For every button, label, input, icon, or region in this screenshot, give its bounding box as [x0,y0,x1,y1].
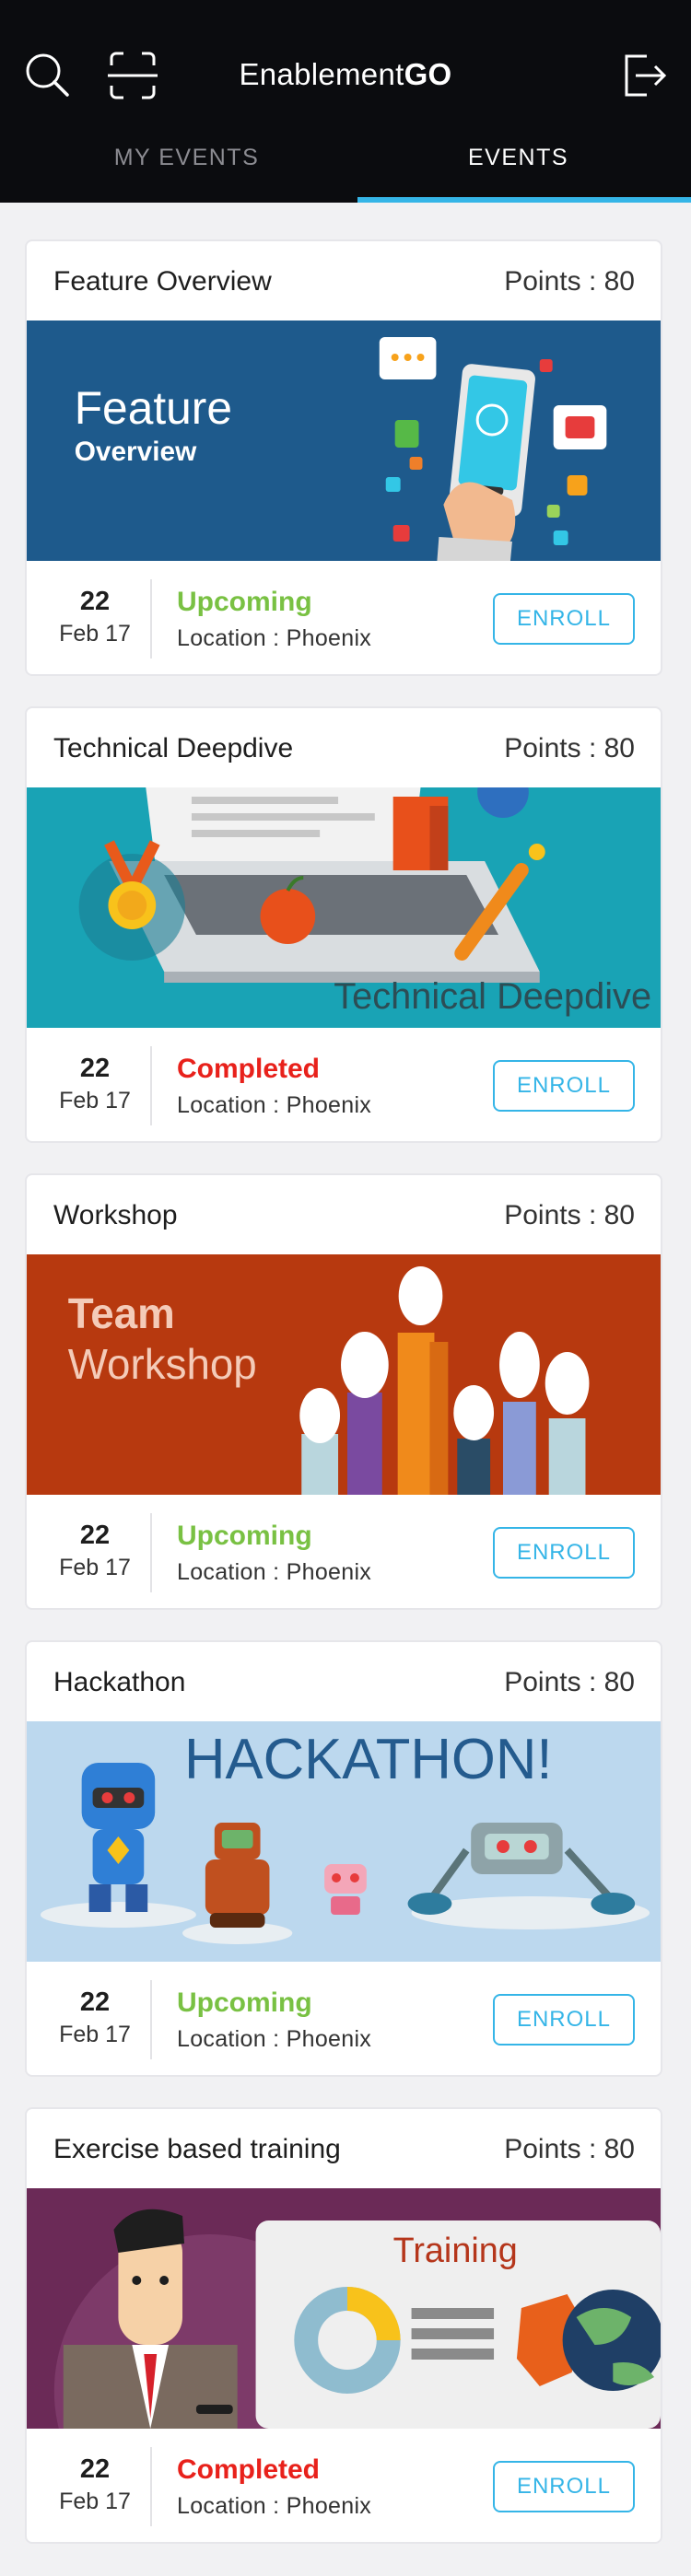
event-month: Feb 17 [59,1088,131,1113]
event-date: 22 Feb 17 [43,1987,146,2048]
event-status: Completed [177,2454,321,2485]
banner-text: HACKATHON! [184,1728,553,1791]
event-status: Upcoming [177,1987,312,2018]
event-day: 22 [79,2454,111,2484]
logout-icon[interactable] [619,51,669,100]
event-location: Location : Phoenix [177,2026,372,2052]
banner-text: Workshop [68,1340,257,1388]
event-points: Points : 80 [504,733,635,763]
event-points: Points : 80 [504,1200,635,1230]
event-day: 22 [79,587,111,616]
event-date: 22 Feb 17 [43,1521,146,1581]
event-banner-image: HACKATHON! [27,1721,661,1962]
banner-text: Feature [75,382,232,434]
event-day: 22 [79,1987,111,2017]
event-day: 22 [79,1054,111,1083]
active-tab-indicator [357,197,691,203]
divider [150,1980,152,2059]
app-title: EnablementGO [239,57,452,91]
event-banner-image: Technical Deepdive [27,787,661,1028]
divider [150,579,152,659]
event-banner-image: Team Workshop [27,1254,661,1495]
event-month: Feb 17 [59,2489,131,2514]
event-date: 22 Feb 17 [43,1054,146,1114]
event-location: Location : Phoenix [177,1092,372,1118]
event-title: Workshop [53,1200,178,1230]
tab-bar: MY EVENTS EVENTS [0,138,691,203]
enroll-button[interactable]: ENROLL [493,1994,635,2046]
event-status: Completed [177,1054,321,1084]
event-month: Feb 17 [59,1555,131,1580]
divider [150,2447,152,2526]
event-points: Points : 80 [504,2134,635,2164]
event-date: 22 Feb 17 [43,2454,146,2515]
app-header: EnablementGO MY EVENTS EVENTS [0,0,691,203]
banner-text: Training [393,2232,518,2270]
banner-text: Technical Deepdive [334,976,651,1017]
banner-text: Overview [75,437,197,467]
banner-text: Team [68,1289,175,1337]
enroll-button[interactable]: ENROLL [493,1060,635,1112]
event-status: Upcoming [177,1521,312,1551]
tab-my-events[interactable]: MY EVENTS [14,138,359,203]
event-title: Exercise based training [53,2134,341,2164]
event-card-technical-deepdive[interactable]: Technical Deepdive Points : 80 Technical… [25,706,662,1143]
event-points: Points : 80 [504,1667,635,1697]
event-month: Feb 17 [59,621,131,647]
divider [150,1046,152,1125]
event-date: 22 Feb 17 [43,587,146,647]
divider [150,1513,152,1592]
event-status: Upcoming [177,587,312,617]
event-points: Points : 80 [504,266,635,297]
event-day: 22 [79,1521,111,1550]
enroll-button[interactable]: ENROLL [493,593,635,645]
event-banner-image: Training [27,2188,661,2429]
event-card-feature-overview[interactable]: Feature Overview Points : 80 Feature Ove… [25,239,662,676]
event-location: Location : Phoenix [177,625,372,651]
event-location: Location : Phoenix [177,1559,372,1585]
enroll-button[interactable]: ENROLL [493,1527,635,1579]
event-card-exercise-training[interactable]: Exercise based training Points : 80 Trai… [25,2107,662,2544]
event-location: Location : Phoenix [177,2493,372,2519]
event-month: Feb 17 [59,2022,131,2047]
event-card-hackathon[interactable]: Hackathon Points : 80 HACKATHON! 22 Feb … [25,1640,662,2077]
event-title: Feature Overview [53,266,272,297]
event-card-workshop[interactable]: Workshop Points : 80 Team Workshop 22 Fe… [25,1173,662,1610]
event-banner-image: Feature Overview [27,321,661,561]
event-title: Technical Deepdive [53,733,294,763]
event-title: Hackathon [53,1667,186,1697]
tab-events[interactable]: EVENTS [346,138,691,203]
enroll-button[interactable]: ENROLL [493,2461,635,2512]
